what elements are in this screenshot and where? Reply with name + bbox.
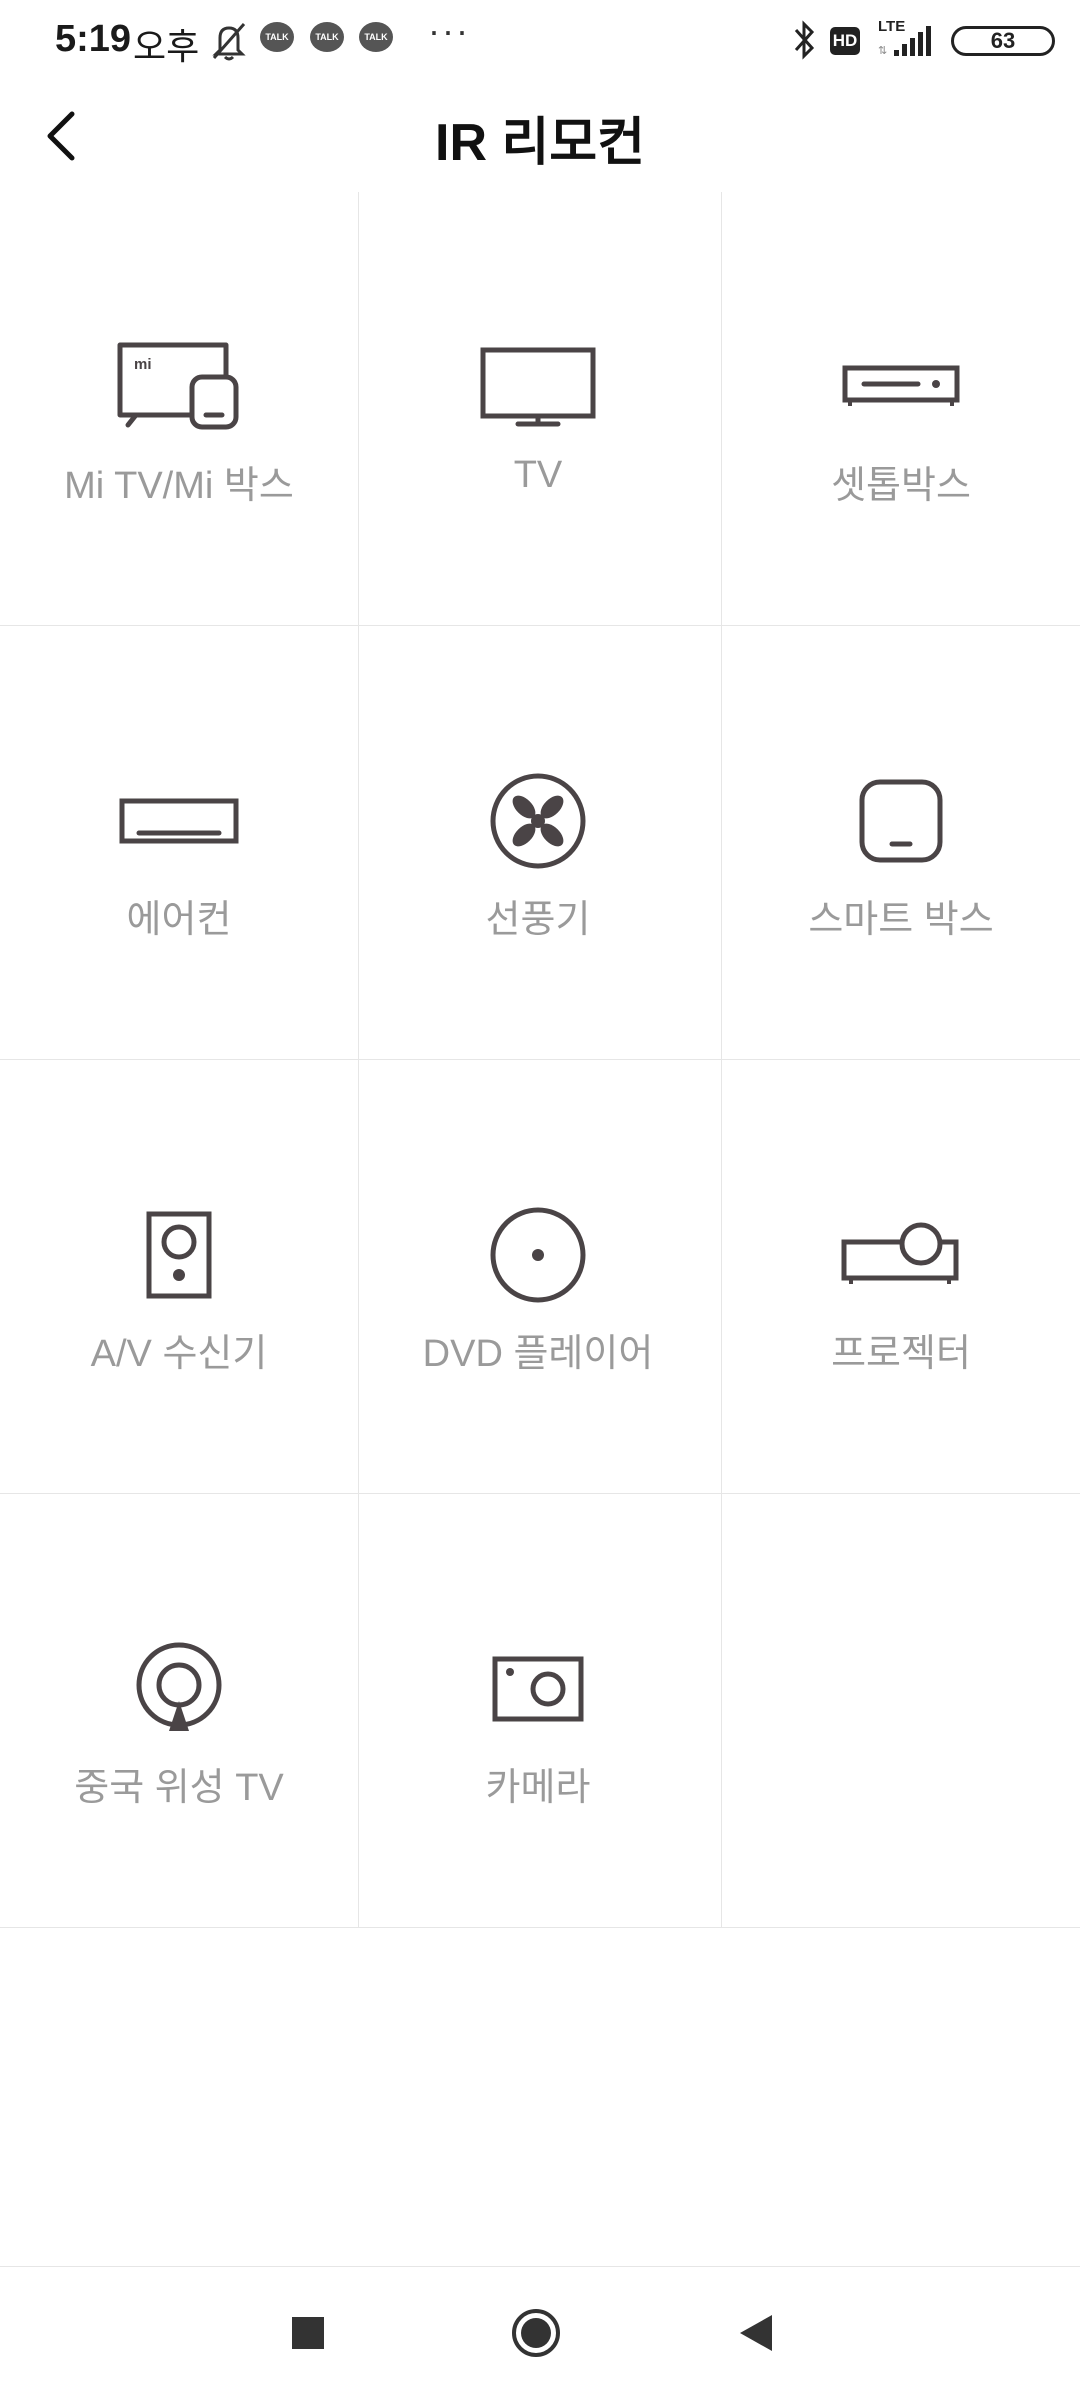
page-title: IR 리모컨 — [435, 114, 645, 172]
kakaotalk-icon: TALK — [260, 22, 294, 52]
fan-icon — [359, 766, 717, 876]
svg-text:⇅: ⇅ — [878, 45, 887, 57]
device-camera[interactable]: 카메라 — [359, 1494, 717, 1928]
system-nav-bar — [0, 2266, 1080, 2400]
set-top-box-icon — [722, 332, 1080, 442]
triangle-back-icon — [740, 2315, 772, 2351]
device-label: Mi TV/Mi 박스 — [64, 465, 294, 507]
kakaotalk-icon: TALK — [310, 22, 344, 52]
satellite-tv-icon — [0, 1634, 358, 1744]
device-grid: mi Mi TV/Mi 박스 TV 셋톱박스 에어컨 선풍기 스마트 박스 A/… — [0, 192, 1080, 1928]
device-projector[interactable]: 프로젝터 — [722, 1060, 1080, 1494]
home-button[interactable] — [510, 2307, 562, 2364]
av-receiver-icon — [0, 1200, 358, 1310]
smart-box-icon — [722, 766, 1080, 876]
device-label: 중국 위성 TV — [74, 1767, 284, 1809]
device-label: 셋톱박스 — [831, 465, 971, 507]
mi-tv-box-icon: mi — [0, 332, 358, 442]
device-label: 에어컨 — [126, 899, 232, 941]
svg-text:mi: mi — [134, 356, 152, 373]
battery-indicator: 63 — [951, 26, 1055, 56]
status-bar: 5:19 오후 TALK TALK TALK ··· HD LTE ⇅ 63 — [0, 0, 1080, 84]
status-time: 5:19 — [55, 18, 132, 60]
device-air-conditioner[interactable]: 에어컨 — [0, 626, 358, 1060]
mute-icon — [210, 20, 248, 67]
device-set-top-box[interactable]: 셋톱박스 — [722, 192, 1080, 626]
hd-voice-badge: HD — [830, 27, 860, 55]
air-conditioner-icon — [0, 766, 358, 876]
device-av-receiver[interactable]: A/V 수신기 — [0, 1060, 358, 1494]
device-fan[interactable]: 선풍기 — [359, 626, 717, 1060]
status-ampm: 오후 — [133, 26, 200, 67]
kakaotalk-icon: TALK — [359, 22, 393, 52]
more-notifications-icon: ··· — [428, 10, 470, 51]
header: IR 리모컨 — [0, 84, 1080, 192]
dvd-player-icon — [359, 1200, 717, 1310]
device-label: DVD 플레이어 — [422, 1333, 654, 1375]
home-circle-icon — [512, 2309, 560, 2357]
device-label: 스마트 박스 — [808, 899, 994, 941]
signal-icon: ⇅ — [878, 20, 938, 65]
nav-back-button[interactable] — [738, 2313, 774, 2358]
tv-icon — [359, 332, 717, 442]
device-dvd-player[interactable]: DVD 플레이어 — [359, 1060, 717, 1494]
square-icon — [292, 2317, 324, 2349]
device-satellite-tv[interactable]: 중국 위성 TV — [0, 1494, 358, 1928]
device-label: TV — [513, 454, 563, 496]
bluetooth-icon — [790, 20, 818, 65]
device-mi-tv-box[interactable]: mi Mi TV/Mi 박스 — [0, 192, 358, 626]
device-label: 카메라 — [485, 1767, 591, 1809]
device-label: A/V 수신기 — [90, 1333, 268, 1375]
recents-button[interactable] — [290, 2315, 326, 2356]
device-label: 프로젝터 — [831, 1333, 971, 1375]
device-smart-box[interactable]: 스마트 박스 — [722, 626, 1080, 1060]
camera-icon — [359, 1634, 717, 1744]
projector-icon — [722, 1200, 1080, 1310]
device-label: 선풍기 — [485, 899, 591, 941]
device-tv[interactable]: TV — [359, 192, 717, 626]
